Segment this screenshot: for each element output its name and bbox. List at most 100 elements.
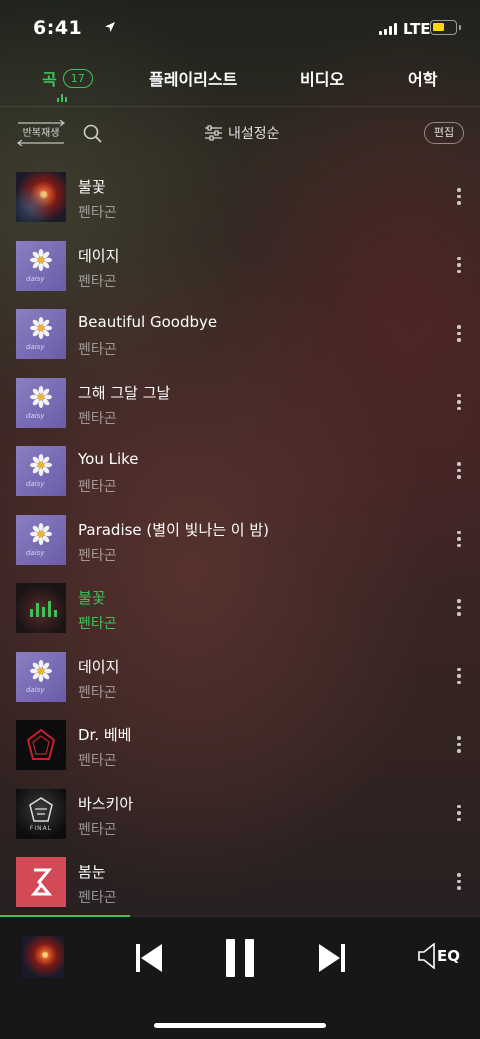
- tab-language[interactable]: 어학: [408, 66, 437, 90]
- library-tabs: 곡 17 플레이리스트 비디오 어학: [0, 60, 480, 106]
- album-art: FINAL: [16, 788, 66, 839]
- pause-icon[interactable]: [226, 939, 254, 977]
- sort-button[interactable]: 내설정순: [205, 123, 280, 143]
- song-count-badge: 17: [62, 68, 93, 88]
- more-options-icon[interactable]: [452, 256, 466, 277]
- album-art: [16, 857, 66, 907]
- daisy-script-logo: daisy: [26, 343, 45, 351]
- daisy-image: [30, 317, 52, 339]
- more-options-icon[interactable]: [452, 736, 466, 756]
- more-options-icon[interactable]: [452, 667, 466, 688]
- song-row[interactable]: 불꽃펜타곤: [0, 573, 480, 642]
- song-title: 데이지: [78, 657, 120, 676]
- song-artist: 펜타곤: [78, 753, 117, 769]
- pentagon-brand-logo: [30, 868, 53, 896]
- list-toolbar: 반복재생 내설정순 편집: [0, 114, 480, 154]
- song-list: 불꽃 펜타곤 daisy 데이지 펜타곤 daisy Beautiful Goo…: [0, 162, 480, 916]
- speaker-icon: [418, 943, 435, 969]
- song-title: 불꽃: [78, 589, 106, 607]
- album-art: daisy: [16, 651, 66, 702]
- song-title: 그해 그달 그날: [78, 383, 171, 402]
- song-row[interactable]: 불꽃펜타곤: [0, 162, 480, 231]
- daisy-image: [30, 385, 52, 408]
- song-artist: 펜타곤: [78, 547, 117, 564]
- playback-progress-fill: [0, 915, 130, 917]
- next-track-icon[interactable]: [319, 944, 345, 972]
- album-art: daisy: [16, 377, 66, 428]
- final-label: FINAL: [29, 824, 53, 832]
- song-row[interactable]: Dr. 베베 펜타곤: [0, 710, 480, 779]
- eq-button[interactable]: EQ: [418, 943, 460, 969]
- song-row[interactable]: daisy Beautiful Goodbye 펜타곤: [0, 299, 480, 368]
- song-title: 불꽃: [78, 178, 106, 196]
- daisy-script-logo: daisy: [26, 685, 45, 694]
- tab-playlist[interactable]: 플레이리스트: [149, 66, 237, 90]
- previous-track-icon[interactable]: [136, 944, 162, 972]
- song-title: Paradise (별이 빛나는 이 밤): [78, 520, 270, 539]
- status-time: 6:41: [33, 17, 83, 39]
- daisy-script-logo: daisy: [26, 480, 45, 488]
- song-row[interactable]: FINAL 바스키아펜타곤: [0, 779, 480, 848]
- daisy-script-logo: daisy: [26, 411, 45, 420]
- album-art: [16, 172, 66, 222]
- daisy-script-logo: daisy: [26, 548, 45, 557]
- song-row[interactable]: daisy 데이지펜타곤: [0, 231, 480, 300]
- repeat-label: 반복재생: [22, 128, 60, 139]
- more-options-icon[interactable]: [452, 599, 466, 619]
- repeat-button[interactable]: 반복재생: [16, 120, 66, 146]
- song-artist: 펜타곤: [78, 890, 117, 906]
- more-options-icon[interactable]: [452, 873, 466, 893]
- song-artist: 펜타곤: [78, 616, 117, 632]
- song-artist: 펜타곤: [78, 273, 117, 290]
- album-art: [16, 720, 66, 770]
- final-emblem-image: [29, 796, 53, 822]
- song-title: You Like: [78, 450, 139, 468]
- song-row[interactable]: daisy 데이지펜타곤: [0, 642, 480, 711]
- network-label: LTE: [403, 20, 431, 38]
- tabs-divider: [0, 106, 480, 107]
- song-artist: 펜타곤: [78, 205, 117, 221]
- now-playing-equalizer-icon: [30, 601, 57, 617]
- album-art: daisy: [16, 240, 66, 291]
- tab-songs-label: 곡: [42, 70, 57, 89]
- home-indicator[interactable]: [154, 1023, 326, 1028]
- song-artist: 펜타곤: [78, 821, 117, 838]
- battery-icon: [430, 20, 461, 35]
- mini-player: EQ: [0, 915, 480, 1039]
- more-options-icon[interactable]: [452, 530, 466, 551]
- location-arrow-icon: [105, 22, 115, 32]
- pentagon-logo-image: [26, 728, 56, 760]
- song-row[interactable]: daisy Paradise (별이 빛나는 이 밤) 펜타곤: [0, 505, 480, 574]
- status-bar: 6:41 LTE: [0, 0, 480, 56]
- song-row[interactable]: daisy You Like 펜타곤: [0, 436, 480, 505]
- edit-button[interactable]: 편집: [424, 122, 464, 144]
- song-artist: 펜타곤: [78, 684, 117, 701]
- sliders-icon: [205, 125, 222, 141]
- daisy-image: [30, 522, 52, 545]
- song-title: 바스키아: [78, 794, 134, 813]
- tab-songs[interactable]: 곡 17: [42, 66, 93, 90]
- playback-progress[interactable]: [0, 915, 480, 917]
- album-art: daisy: [16, 514, 66, 565]
- daisy-image: [30, 454, 52, 476]
- album-art-playing: [16, 583, 66, 633]
- song-artist: 펜타곤: [78, 342, 117, 358]
- more-options-icon[interactable]: [452, 462, 466, 482]
- daisy-image: [30, 659, 52, 682]
- now-playing-art[interactable]: [22, 936, 64, 978]
- song-row[interactable]: daisy 그해 그달 그날 펜타곤: [0, 368, 480, 437]
- more-options-icon[interactable]: [452, 325, 466, 345]
- song-title: 데이지: [78, 246, 120, 265]
- more-options-icon[interactable]: [452, 188, 466, 208]
- album-art: daisy: [16, 309, 66, 359]
- search-icon[interactable]: [83, 124, 103, 144]
- eq-label: EQ: [437, 947, 460, 965]
- song-row[interactable]: 봄눈 펜타곤: [0, 847, 480, 916]
- daisy-image: [30, 248, 52, 271]
- tab-video[interactable]: 비디오: [300, 66, 344, 90]
- more-options-icon[interactable]: [452, 393, 466, 414]
- active-tab-equalizer-icon: [57, 94, 67, 102]
- signal-icon: [379, 23, 397, 35]
- album-art: daisy: [16, 446, 66, 496]
- more-options-icon[interactable]: [452, 804, 466, 825]
